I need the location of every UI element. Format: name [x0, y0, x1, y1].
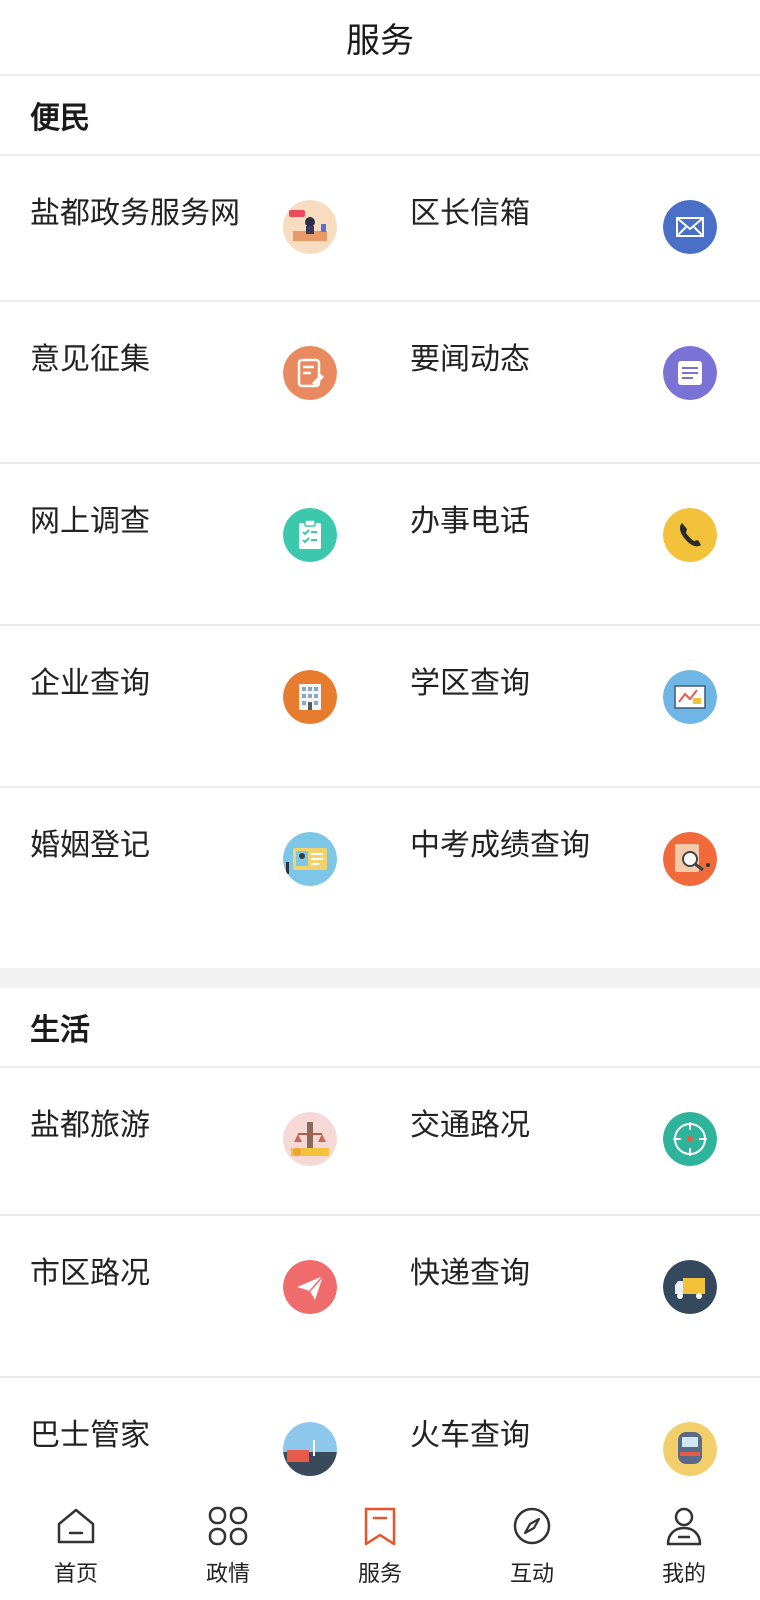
service-label: 要闻动态 [410, 342, 530, 377]
building-icon [283, 670, 337, 724]
service-label: 盐都政务服务网 [30, 196, 240, 231]
tab-label: 我的 [661, 1562, 706, 1587]
service-item-mailbox[interactable]: 区长信箱 [380, 156, 760, 300]
section-title-convenience: 便民 [0, 76, 760, 156]
service-label: 婚姻登记 [30, 828, 150, 863]
service-item-gov-service-net[interactable]: 盐都政务服务网 [0, 156, 380, 300]
tab-mine[interactable]: 我的 [608, 1488, 760, 1600]
service-item-traffic[interactable]: 交通路况 [380, 1068, 760, 1214]
service-item-city-road[interactable]: 市区路况 [0, 1216, 380, 1376]
user-icon [662, 1504, 706, 1548]
tab-politics[interactable]: 政情 [152, 1488, 304, 1600]
bus-icon [283, 1422, 337, 1476]
service-row: 婚姻登记 中考成绩查询 [0, 788, 760, 950]
tab-home[interactable]: 首页 [0, 1488, 152, 1600]
service-item-opinion[interactable]: 意见征集 [0, 302, 380, 462]
target-icon [663, 1112, 717, 1166]
service-row: 盐都旅游 交通路况 [0, 1068, 760, 1216]
service-row: 市区路况 快递查询 [0, 1216, 760, 1378]
service-item-news[interactable]: 要闻动态 [380, 302, 760, 462]
service-item-exam-score[interactable]: 中考成绩查询 [380, 788, 760, 950]
service-item-train[interactable]: 火车查询 [380, 1378, 760, 1488]
tab-label: 互动 [509, 1562, 554, 1587]
service-item-phone[interactable]: 办事电话 [380, 464, 760, 624]
service-item-survey[interactable]: 网上调查 [0, 464, 380, 624]
section-title-life: 生活 [0, 988, 760, 1068]
service-desk-icon [283, 200, 337, 254]
search-report-icon [663, 832, 717, 886]
train-icon [663, 1422, 717, 1476]
truck-icon [663, 1260, 717, 1314]
service-item-bus[interactable]: 巴士管家 [0, 1378, 380, 1488]
service-label: 快递查询 [410, 1256, 530, 1291]
service-label: 企业查询 [30, 666, 150, 701]
bookmark-icon [358, 1504, 402, 1548]
service-label: 巴士管家 [30, 1418, 150, 1453]
section-divider [0, 968, 760, 988]
service-label: 交通路况 [410, 1108, 530, 1143]
clipboard-check-icon [283, 508, 337, 562]
mail-icon [663, 200, 717, 254]
tab-label: 政情 [205, 1562, 250, 1587]
compass-icon [510, 1504, 554, 1548]
bottom-tab-bar: 首页 政情 服务 互动 我的 [0, 1488, 760, 1600]
school-board-icon [663, 670, 717, 724]
service-item-enterprise[interactable]: 企业查询 [0, 626, 380, 786]
tab-service[interactable]: 服务 [304, 1488, 456, 1600]
service-row: 企业查询 学区查询 [0, 626, 760, 788]
apps-icon [206, 1504, 250, 1548]
service-item-express[interactable]: 快递查询 [380, 1216, 760, 1376]
tab-interaction[interactable]: 互动 [456, 1488, 608, 1600]
service-label: 市区路况 [30, 1256, 150, 1291]
tab-label: 首页 [53, 1562, 98, 1587]
home-icon [54, 1504, 98, 1548]
service-label: 中考成绩查询 [410, 828, 590, 863]
news-icon [663, 346, 717, 400]
service-label: 区长信箱 [410, 196, 530, 231]
travel-icon [283, 1112, 337, 1166]
id-card-icon [283, 832, 337, 886]
service-label: 意见征集 [30, 342, 150, 377]
service-item-marriage[interactable]: 婚姻登记 [0, 788, 380, 950]
service-row: 意见征集 要闻动态 [0, 302, 760, 464]
service-label: 火车查询 [410, 1418, 530, 1453]
service-row: 网上调查 办事电话 [0, 464, 760, 626]
service-label: 学区查询 [410, 666, 530, 701]
service-label: 盐都旅游 [30, 1108, 150, 1143]
service-label: 办事电话 [410, 504, 530, 539]
phone-icon [663, 508, 717, 562]
paper-plane-icon [283, 1260, 337, 1314]
service-label: 网上调查 [30, 504, 150, 539]
edit-note-icon [283, 346, 337, 400]
header: 服务 [0, 0, 760, 76]
page-title: 服务 [346, 20, 414, 61]
service-item-school-district[interactable]: 学区查询 [380, 626, 760, 786]
service-row: 巴士管家 火车查询 [0, 1378, 760, 1488]
service-row: 盐都政务服务网 区长信箱 [0, 156, 760, 302]
service-item-travel[interactable]: 盐都旅游 [0, 1068, 380, 1214]
tab-label: 服务 [357, 1562, 402, 1587]
